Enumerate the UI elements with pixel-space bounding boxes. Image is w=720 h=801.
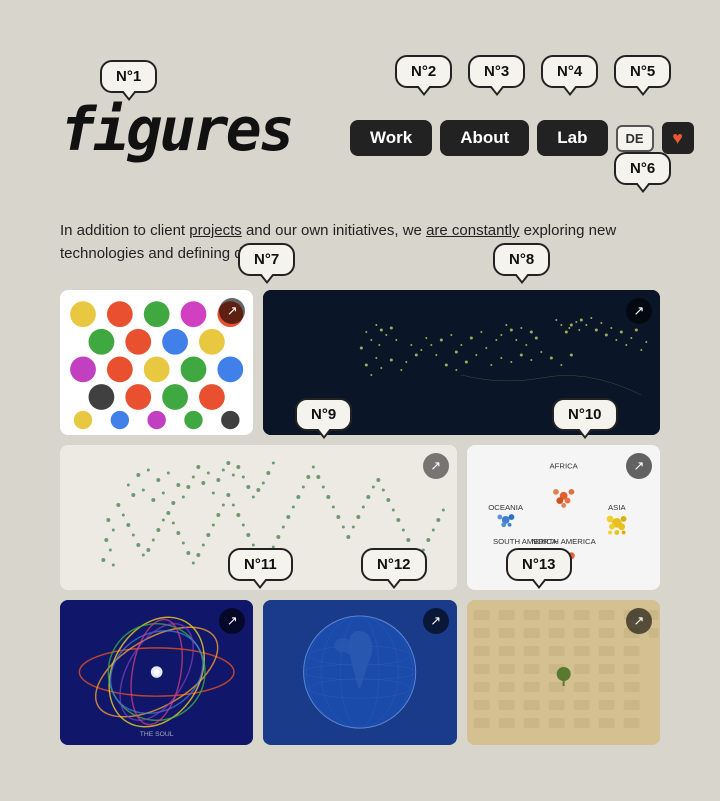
bubble-n6: N°6 [614,152,671,185]
bubble-n2: N°2 [395,55,452,88]
bubble-n3: N°3 [468,55,525,88]
bubble-n4: N°4 [541,55,598,88]
grid-item-globe[interactable]: ↗ [263,600,456,745]
svg-text:ASIA: ASIA [608,503,626,512]
bubble-n12: N°12 [361,548,427,581]
ext-icon-6[interactable]: ↗ [423,608,449,634]
nav-work[interactable]: Work [350,120,432,156]
svg-text:OCEANIA: OCEANIA [488,503,524,512]
bubble-n5: N°5 [614,55,671,88]
portfolio-grid: ↗ [60,290,660,745]
ext-icon-4[interactable]: ↗ [626,453,652,479]
bubble-n11: N°11 [228,548,293,581]
ext-icon-2[interactable]: ↗ [626,298,652,324]
bubble-n1: N°1 [100,60,157,93]
grid-item-beige[interactable]: ↗ [467,600,660,745]
ext-icon-7[interactable]: ↗ [626,608,652,634]
svg-text:AFRICA: AFRICA [549,462,578,471]
bubble-n10: N°10 [552,398,618,431]
bubble-n13: N°13 [506,548,572,581]
nav-lang[interactable]: DE [616,125,654,152]
logo[interactable]: figures [60,100,292,160]
description: In addition to client projects and our o… [60,220,660,265]
svg-text:NORTH AMERICA: NORTH AMERICA [531,537,596,546]
ext-icon-3[interactable]: ↗ [423,453,449,479]
bubble-n8: N°8 [493,243,550,276]
bubble-n7: N°7 [238,243,295,276]
grid-item-dots[interactable]: ↗ [60,290,253,435]
nav: Work About Lab DE ♥ [350,120,694,156]
grid-item-swirls[interactable]: THE SOUL ↗ [60,600,253,745]
nav-about[interactable]: About [440,120,529,156]
svg-text:THE SOUL: THE SOUL [140,731,174,738]
bubble-n9: N°9 [295,398,352,431]
nav-lab[interactable]: Lab [537,120,607,156]
logo-text: figures [60,95,292,165]
nav-heart[interactable]: ♥ [662,122,694,154]
